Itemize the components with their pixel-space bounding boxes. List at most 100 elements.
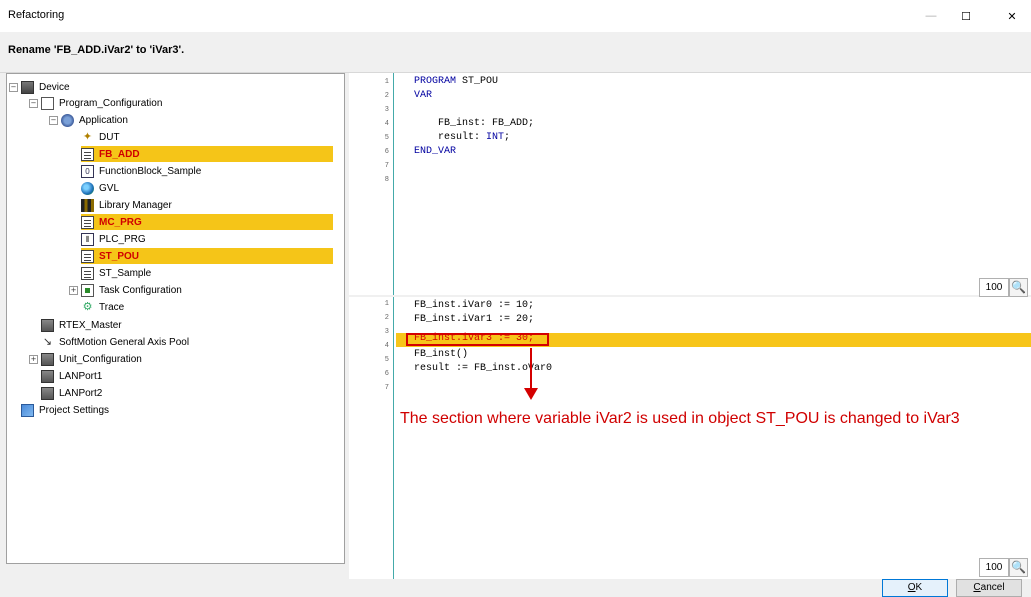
plc-program-icon: ⫴: [81, 232, 94, 246]
tree-node-program-configuration[interactable]: Program_Configuration: [41, 95, 162, 111]
line-number: 3: [384, 328, 389, 336]
collapse-icon[interactable]: −: [29, 99, 38, 108]
line-number: 3: [384, 106, 389, 114]
code-line: FB_inst.iVar0 := 10;: [414, 300, 535, 311]
declaration-editor[interactable]: 1 2 3 4 5 6 7 8 PROGRAM ST_POU VAR FB_in…: [349, 73, 1031, 297]
maximize-icon: ☐: [961, 10, 971, 23]
tree-node-project-settings[interactable]: Project Settings: [21, 402, 109, 418]
device-tree[interactable]: − Device − Program_Configuration − Appli…: [6, 73, 345, 564]
line-number-gutter: 1 2 3 4 5 6 7: [349, 297, 394, 579]
implementation-editor[interactable]: 1 2 3 4 5 6 7 FB_inst.iVar0 := 10; FB_in…: [349, 297, 1031, 579]
tree-node-plc-prg[interactable]: ⫴ PLC_PRG: [81, 231, 146, 247]
tree-node-label: RTEX_Master: [59, 319, 122, 331]
close-icon: ✕: [1007, 10, 1017, 23]
cancel-button[interactable]: Cancel: [956, 579, 1022, 597]
tree-node-label: SoftMotion General Axis Pool: [59, 336, 190, 348]
tree-node-st-pou[interactable]: ST_POU: [81, 248, 333, 264]
project-settings-icon: [21, 403, 34, 417]
annotation-arrow-line: [530, 348, 532, 390]
zoom-level[interactable]: 100: [979, 558, 1009, 577]
tree-node-label: Unit_Configuration: [59, 353, 142, 365]
code-line: PROGRAM ST_POU: [414, 76, 499, 87]
line-number-gutter: 1 2 3 4 5 6 7 8: [349, 73, 394, 295]
tree-node-label: LANPort1: [59, 370, 103, 382]
tree-node-label: ST_Sample: [99, 267, 152, 279]
tree-node-application[interactable]: Application: [61, 112, 128, 128]
device-icon: [41, 352, 54, 366]
expand-icon[interactable]: +: [69, 286, 78, 295]
close-button[interactable]: ✕: [989, 0, 1031, 32]
device-icon: [21, 80, 34, 94]
code-line-changed: FB_inst.iVar3 := 30;: [414, 333, 535, 344]
line-number: 4: [384, 120, 389, 128]
tree-node-library-manager[interactable]: Library Manager: [81, 197, 172, 213]
tree-node-label: MC_PRG: [99, 216, 142, 228]
axis-pool-icon: ↘: [42, 335, 53, 348]
tree-node-device[interactable]: Device: [21, 79, 70, 95]
tree-node-label: Library Manager: [99, 199, 172, 211]
pou-icon: [81, 249, 94, 263]
tree-node-functionblock-sample[interactable]: 0 FunctionBlock_Sample: [81, 163, 201, 179]
tree-node-rtex-master[interactable]: RTEX_Master: [41, 317, 122, 333]
minimize-icon: —: [925, 10, 937, 22]
zoom-level[interactable]: 100: [979, 278, 1009, 297]
collapse-icon[interactable]: −: [49, 116, 58, 125]
pou-icon: [81, 266, 94, 280]
tree-node-task-configuration[interactable]: Task Configuration: [81, 282, 182, 298]
collapse-icon[interactable]: −: [9, 83, 18, 92]
line-number: 6: [384, 370, 389, 378]
port-icon: [41, 386, 54, 400]
tree-node-fb-add[interactable]: FB_ADD: [81, 146, 333, 162]
code-line: FB_inst.iVar1 := 20;: [414, 314, 535, 325]
configuration-icon: [41, 96, 54, 110]
tree-node-trace[interactable]: ⚙ Trace: [81, 299, 125, 315]
line-number: 1: [384, 78, 389, 86]
application-icon: [61, 113, 74, 127]
tree-node-label: Device: [39, 81, 70, 93]
annotation-text: The section where variable iVar2 is used…: [400, 410, 960, 427]
globe-icon: [81, 181, 94, 195]
line-number: 1: [384, 300, 389, 308]
tree-node-gvl[interactable]: GVL: [81, 180, 119, 196]
code-line: FB_inst(): [414, 349, 469, 360]
tree-node-label: FB_ADD: [99, 148, 140, 160]
tree-node-label: Task Configuration: [99, 284, 182, 296]
title-bar: Refactoring — ☐ ✕: [0, 0, 1031, 32]
library-icon: [81, 198, 94, 212]
dut-icon: ✦: [82, 130, 93, 143]
tree-node-label: Trace: [99, 301, 125, 313]
tree-node-softmotion-axis-pool[interactable]: ↘ SoftMotion General Axis Pool: [41, 334, 189, 350]
code-line: FB_inst: FB_ADD;: [414, 118, 535, 129]
tree-node-label: LANPort2: [59, 387, 103, 399]
line-number: 4: [384, 342, 389, 350]
line-number: 7: [384, 162, 389, 170]
ok-button[interactable]: OK: [882, 579, 948, 597]
tree-node-unit-configuration[interactable]: Unit_Configuration: [41, 351, 142, 367]
code-line: END_VAR: [414, 146, 457, 157]
tree-node-st-sample[interactable]: ST_Sample: [81, 265, 151, 281]
port-icon: [41, 369, 54, 383]
tree-node-label: Application: [79, 114, 128, 126]
tree-node-lanport2[interactable]: LANPort2: [41, 385, 102, 401]
tree-node-label: ST_POU: [99, 250, 140, 262]
line-number: 2: [384, 314, 389, 322]
code-line: result: INT;: [414, 132, 511, 143]
tree-node-label: Project Settings: [39, 404, 110, 416]
expand-icon[interactable]: +: [29, 355, 38, 364]
tree-node-label: PLC_PRG: [99, 233, 146, 245]
zoom-icon[interactable]: 🔍: [1009, 558, 1028, 577]
function-block-icon: 0: [81, 164, 94, 178]
zoom-icon[interactable]: 🔍: [1009, 278, 1028, 297]
tree-node-label: Program_Configuration: [59, 97, 163, 109]
pou-icon: [81, 147, 94, 161]
rename-message: Rename 'FB_ADD.iVar2' to 'iVar3'.: [8, 44, 185, 56]
trace-icon: ⚙: [82, 300, 93, 313]
pou-icon: [81, 215, 94, 229]
tree-node-label: DUT: [99, 131, 120, 143]
device-icon: [41, 318, 54, 332]
line-number: 6: [384, 148, 389, 156]
tree-node-lanport1[interactable]: LANPort1: [41, 368, 102, 384]
tree-node-dut[interactable]: ✦ DUT: [81, 129, 120, 145]
maximize-button[interactable]: ☐: [943, 0, 989, 32]
tree-node-mc-prg[interactable]: MC_PRG: [81, 214, 333, 230]
